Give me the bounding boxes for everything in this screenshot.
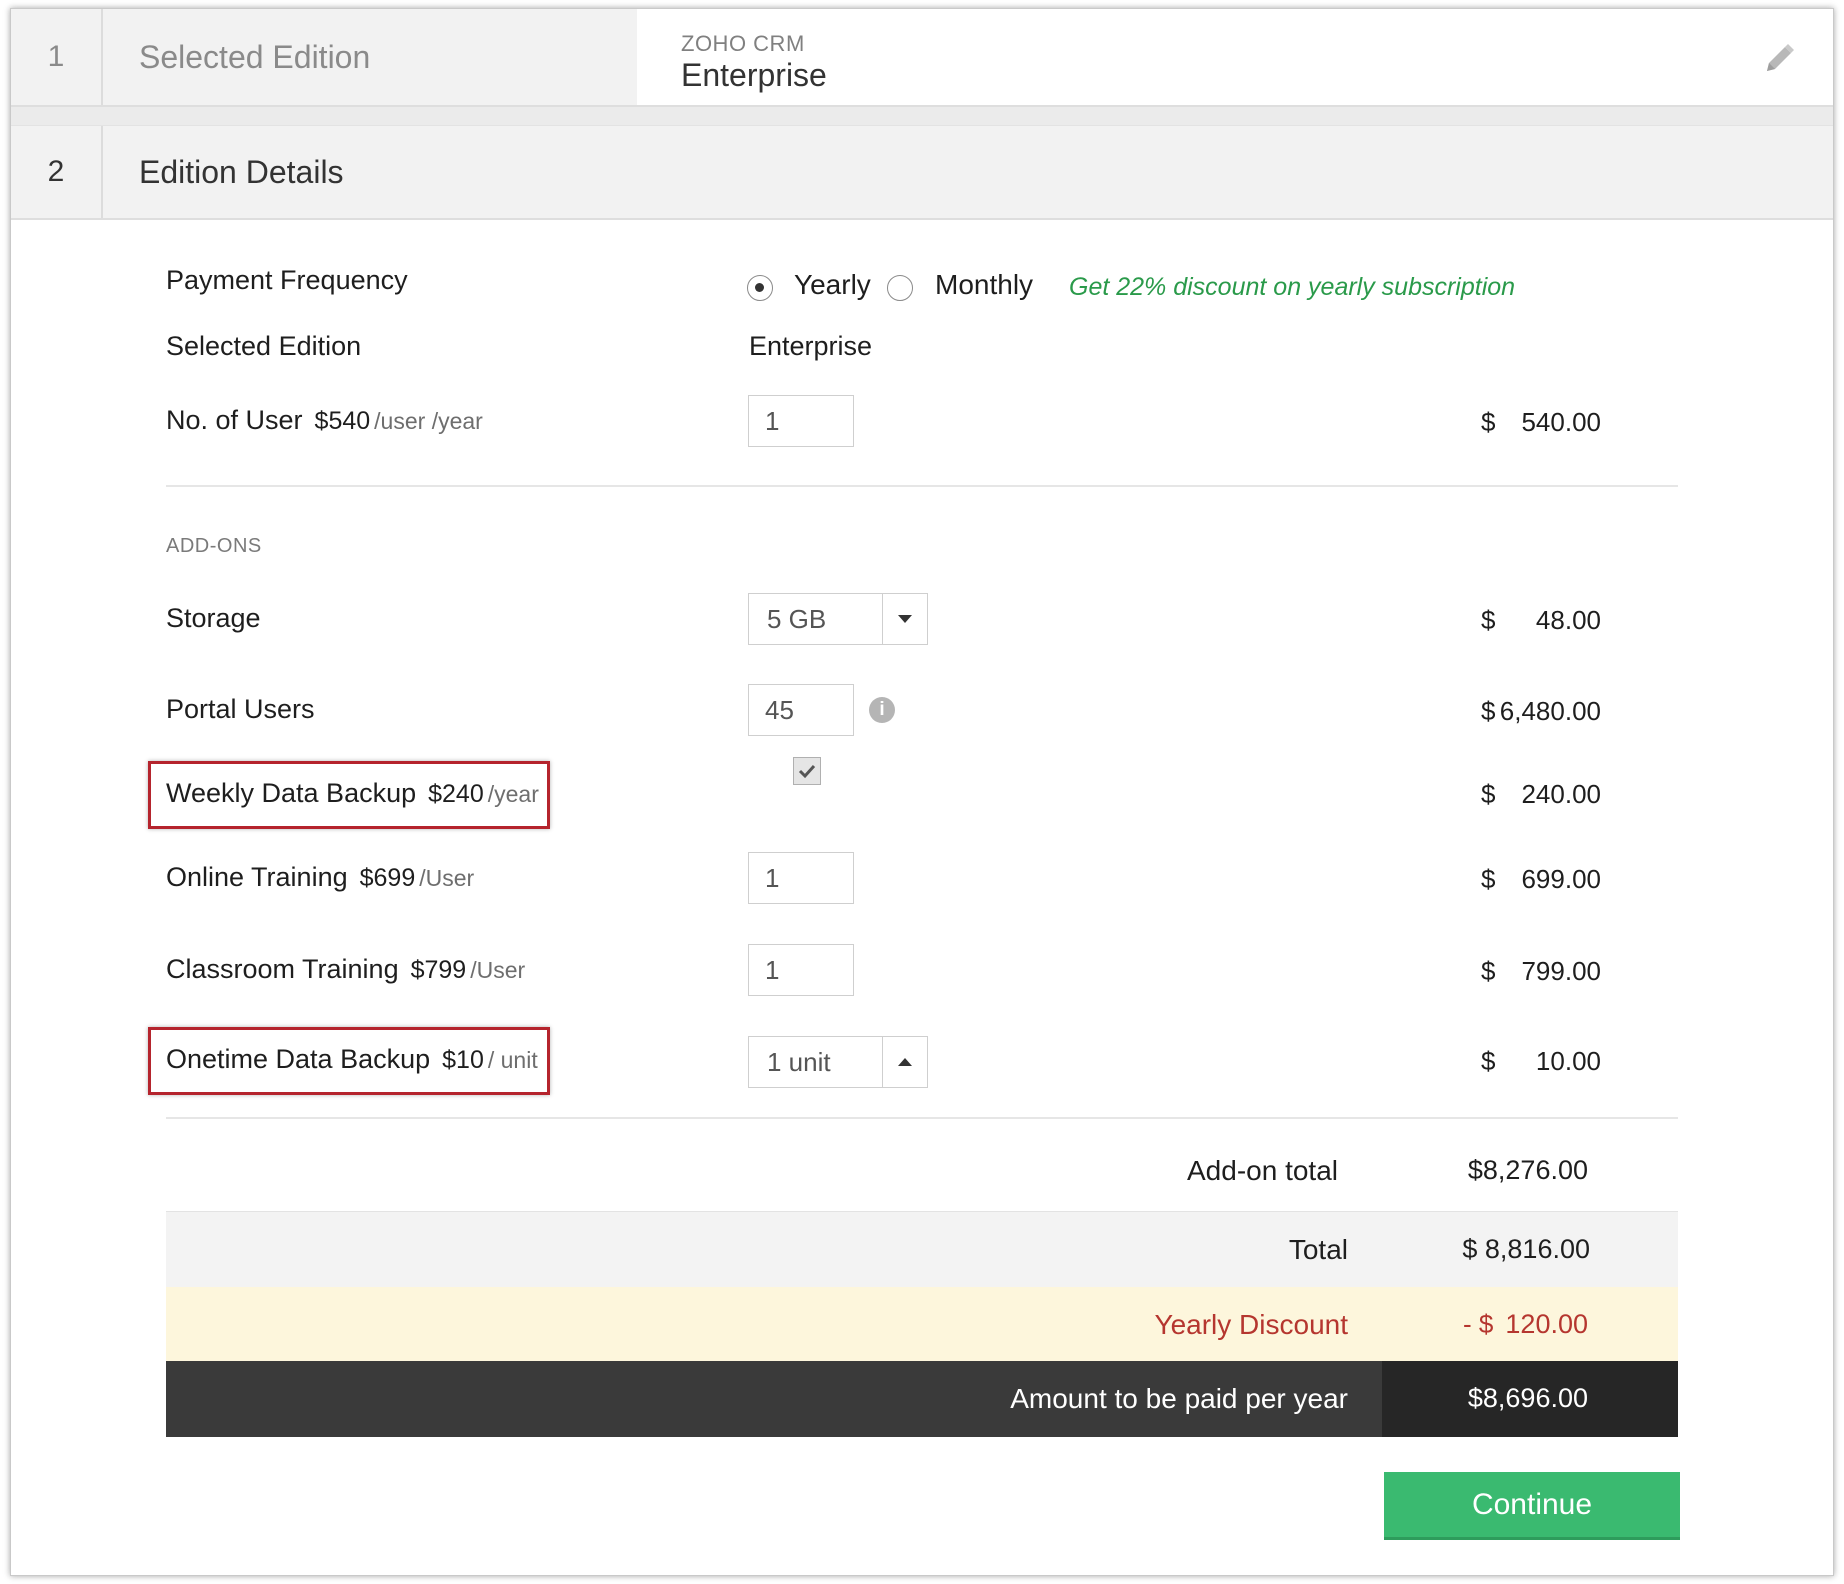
users-count-input[interactable]: 1 [748, 395, 854, 447]
onetime-backup-unit: / unit [487, 1047, 538, 1073]
portal-users-input[interactable]: 45 [748, 684, 854, 736]
onetime-backup-dropdown-button[interactable] [882, 1037, 927, 1087]
online-training-price: $699 [359, 864, 416, 892]
users-label: No. of User $540/user /year [166, 405, 483, 436]
storage-label: Storage [166, 603, 261, 633]
online-training-amount: 699.00 [1521, 864, 1601, 894]
addon-total-row: Add-on total $8,276.00 [166, 1143, 1678, 1203]
users-currency: $ [1481, 407, 1496, 437]
selected-edition-summary: ZOHO CRM Enterprise [637, 9, 1833, 105]
online-training-input[interactable]: 1 [748, 852, 854, 904]
step-edition-details: 2 Edition Details [11, 125, 1833, 220]
onetime-backup-currency: $ [1481, 1046, 1496, 1076]
classroom-training-currency: $ [1481, 956, 1496, 986]
classroom-training-label: Classroom Training $799/User [166, 954, 525, 985]
weekly-backup-checkbox[interactable] [793, 757, 821, 785]
users-price: $540 [314, 407, 371, 435]
edition-name: Enterprise [681, 57, 827, 93]
total-row: Total $ 8,816.00 [166, 1211, 1678, 1289]
onetime-backup-price: $10 [442, 1046, 484, 1074]
payment-frequency-label: Payment Frequency [166, 265, 408, 295]
online-training-currency: $ [1481, 864, 1496, 894]
total-value: $ 8,816.00 [1462, 1234, 1590, 1264]
chevron-up-icon [898, 1058, 912, 1066]
step-number: 1 [11, 9, 103, 105]
addon-total-value: $8,276.00 [1467, 1155, 1588, 1185]
users-unit: /user /year [374, 408, 483, 434]
discount-value: 120.00 [1505, 1309, 1588, 1339]
weekly-backup-label-text: Weekly Data Backup [166, 778, 417, 808]
chevron-down-icon [898, 615, 912, 623]
yearly-discount-row: Yearly Discount - $ 120.00 [166, 1287, 1678, 1361]
checkout-panel: 1 Selected Edition ZOHO CRM Enterprise 2… [10, 8, 1834, 1576]
section-divider [166, 485, 1678, 487]
checkmark-icon [798, 764, 816, 779]
storage-select-value: 5 GB [767, 604, 827, 634]
total-label: Total [1288, 1234, 1348, 1265]
classroom-training-label-text: Classroom Training [166, 954, 399, 984]
storage-dropdown-button[interactable] [882, 594, 927, 644]
amount-due-label: Amount to be paid per year [1010, 1383, 1348, 1414]
users-label-text: No. of User [166, 405, 303, 435]
amount-due-row: Amount to be paid per year $8,696.00 [166, 1361, 1678, 1437]
onetime-backup-label: Onetime Data Backup $10/ unit [166, 1044, 538, 1075]
addon-total-label: Add-on total [1187, 1155, 1338, 1186]
step-divider [11, 107, 1833, 125]
portal-users-currency: $ [1481, 696, 1496, 726]
radio-monthly[interactable] [887, 275, 913, 301]
weekly-backup-label: Weekly Data Backup $240/year [166, 778, 539, 809]
pencil-icon[interactable] [1761, 41, 1797, 77]
onetime-backup-label-text: Onetime Data Backup [166, 1044, 431, 1074]
brand-label: ZOHO CRM [681, 31, 805, 56]
storage-select[interactable]: 5 GB [748, 593, 928, 645]
selected-edition-label: Selected Edition [166, 331, 362, 361]
portal-users-label: Portal Users [166, 694, 315, 724]
weekly-backup-price: $240 [428, 780, 484, 808]
radio-yearly-label[interactable]: Yearly [794, 269, 871, 301]
section-divider [166, 1117, 1678, 1119]
discount-label: Yearly Discount [1154, 1309, 1348, 1340]
classroom-training-amount: 799.00 [1521, 956, 1601, 986]
onetime-backup-select-value: 1 unit [767, 1047, 831, 1077]
radio-monthly-label[interactable]: Monthly [935, 269, 1033, 301]
yearly-discount-promo: Get 22% discount on yearly subscription [1069, 273, 1516, 301]
onetime-backup-select[interactable]: 1 unit [748, 1036, 928, 1088]
addons-heading: ADD-ONS [166, 535, 262, 557]
weekly-backup-unit: /year [487, 781, 539, 807]
selected-edition-value: Enterprise [749, 331, 873, 361]
online-training-unit: /User [419, 865, 475, 891]
online-training-label-text: Online Training [166, 862, 348, 892]
info-icon[interactable]: i [869, 697, 895, 723]
step-title: Edition Details [139, 153, 344, 190]
weekly-backup-amount: 240.00 [1521, 779, 1601, 809]
amount-due-value: $8,696.00 [1467, 1383, 1588, 1413]
continue-button[interactable]: Continue [1384, 1472, 1680, 1540]
step-selected-edition[interactable]: 1 Selected Edition ZOHO CRM Enterprise [11, 9, 1833, 107]
classroom-training-input[interactable]: 1 [748, 944, 854, 996]
onetime-backup-amount: 10.00 [1535, 1046, 1601, 1076]
storage-amount: 48.00 [1535, 605, 1601, 635]
classroom-training-price: $799 [410, 956, 467, 984]
storage-currency: $ [1481, 605, 1496, 635]
step-number: 2 [11, 126, 103, 218]
classroom-training-unit: /User [470, 957, 526, 983]
radio-yearly[interactable] [747, 275, 773, 301]
users-amount: 540.00 [1521, 407, 1601, 437]
weekly-backup-currency: $ [1481, 779, 1496, 809]
step-title: Selected Edition [139, 38, 371, 75]
radio-selected-dot [755, 283, 764, 292]
online-training-label: Online Training $699/User [166, 862, 474, 893]
discount-prefix: - $ [1463, 1309, 1494, 1339]
portal-users-amount: 6,480.00 [1499, 696, 1601, 726]
